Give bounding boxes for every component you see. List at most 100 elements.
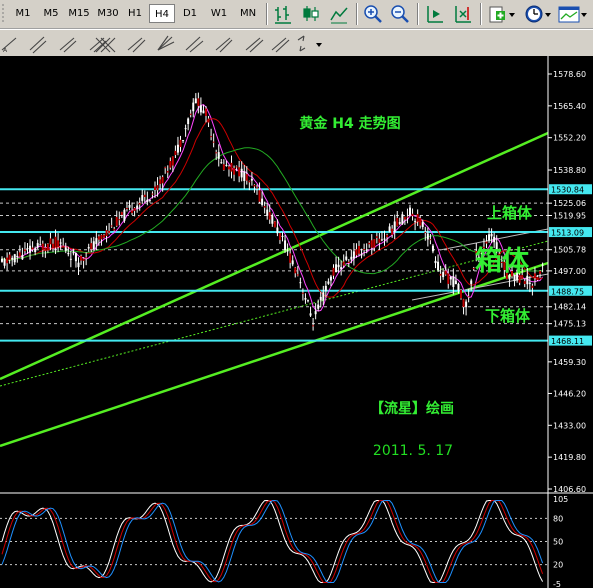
candle-body [533, 273, 536, 279]
candle-body [151, 193, 154, 195]
candle-body [378, 238, 381, 243]
timeframe-m1[interactable]: M1 [10, 4, 36, 23]
candle-body [307, 300, 309, 302]
candle-body [230, 162, 233, 172]
candle-body [424, 231, 427, 233]
candle-body [100, 234, 103, 240]
candle-body [92, 241, 95, 250]
candle-body [352, 251, 355, 259]
price-tick-label: 1497.00 [553, 267, 586, 276]
author-label: 【流星】绘画 [370, 400, 454, 417]
candle-body [457, 283, 460, 291]
candle-body [291, 260, 294, 265]
separator [480, 3, 482, 25]
candle-body [488, 234, 491, 241]
candle-body [67, 252, 70, 255]
timeframe-mn[interactable]: MN [234, 4, 262, 23]
regression-channel-icon [59, 37, 77, 53]
candle-body [85, 257, 88, 259]
candle-body [289, 253, 292, 263]
periodicity-clock-icon[interactable] [523, 3, 553, 25]
channel-lines [0, 131, 549, 448]
candle-body [401, 214, 404, 225]
timeframe-d1[interactable]: D1 [177, 4, 203, 23]
candle-body [332, 267, 335, 276]
candle-body [169, 161, 172, 168]
candle-body [370, 240, 373, 248]
candle-body [335, 264, 338, 273]
candle-body [115, 216, 118, 226]
fibo-arcs-icon [271, 37, 290, 53]
candle-body [268, 212, 271, 220]
timeframe-h1[interactable]: H1 [123, 4, 147, 23]
candle-body [419, 217, 422, 226]
candle-body [118, 219, 121, 221]
candle-body [222, 164, 225, 171]
price-chart[interactable]: 1578.60 1565.40 1552.20 1538.80 1525.06 1519.… [0, 56, 593, 588]
candle-body [8, 254, 11, 260]
candle-body [299, 282, 302, 284]
line-chart-icon[interactable] [328, 3, 350, 25]
candle-body [431, 245, 434, 252]
candle-body [108, 230, 111, 233]
price-tick-label: 1482.14 [553, 303, 586, 312]
candle-body [179, 139, 182, 148]
fibo-time-icon [245, 37, 264, 53]
gann-fan-icon [157, 35, 175, 51]
candle-body [156, 185, 159, 191]
indicators-icon[interactable] [487, 3, 517, 25]
candlestick-chart-icon[interactable] [300, 3, 322, 25]
candle-body [409, 207, 411, 216]
candle-body [31, 247, 34, 250]
candle-body [44, 247, 47, 251]
candle-body [87, 247, 90, 249]
timeframe-m15[interactable]: M15 [65, 4, 93, 23]
price-tick-label: 1433.00 [553, 421, 586, 430]
candle-body [166, 170, 169, 173]
candle-body [238, 167, 241, 177]
candle-body [434, 260, 437, 264]
candle-body [64, 247, 67, 251]
candle-body [391, 228, 394, 235]
candle-body [248, 180, 251, 183]
key-level-label: 1468.11 [551, 337, 584, 346]
grid-tool-icon [95, 37, 116, 53]
candle-body [3, 259, 6, 266]
candle-body [69, 258, 72, 260]
candle-body [536, 276, 539, 280]
candle-body [261, 198, 264, 205]
bar-chart-icon[interactable] [272, 3, 294, 25]
candle-body [358, 245, 360, 254]
timeframe-w1[interactable]: W1 [205, 4, 233, 23]
templates-icon[interactable] [557, 3, 589, 25]
candle-body [368, 242, 371, 245]
autoscroll-icon[interactable] [424, 3, 446, 25]
zoom-in-icon[interactable] [362, 3, 384, 25]
candle-body [345, 256, 348, 260]
candle-body [329, 276, 332, 281]
candle-body [421, 222, 424, 227]
candle-body [174, 150, 177, 156]
candle-body [240, 168, 243, 178]
candle-body [447, 273, 450, 284]
zoom-out-icon[interactable] [389, 3, 411, 25]
candle-body [192, 102, 195, 112]
candle-body [324, 285, 327, 291]
candle-body [286, 250, 289, 252]
timeframe-m30[interactable]: M30 [94, 4, 122, 23]
candle-body [365, 249, 368, 251]
candle-body [125, 207, 128, 209]
chart-shift-icon[interactable] [452, 3, 474, 25]
candle-body [80, 255, 83, 261]
timeframe-h4[interactable]: H4 [149, 4, 175, 23]
candle-body [72, 252, 75, 254]
fibo-retracement-icon [215, 37, 233, 53]
candle-body [442, 272, 445, 278]
candle-body [327, 281, 330, 284]
candle-body [146, 199, 149, 202]
candle-body [462, 299, 465, 308]
candle-body [39, 244, 42, 246]
candle-body [212, 141, 215, 143]
timeframe-m5[interactable]: M5 [38, 4, 64, 23]
candle-body [138, 202, 141, 205]
